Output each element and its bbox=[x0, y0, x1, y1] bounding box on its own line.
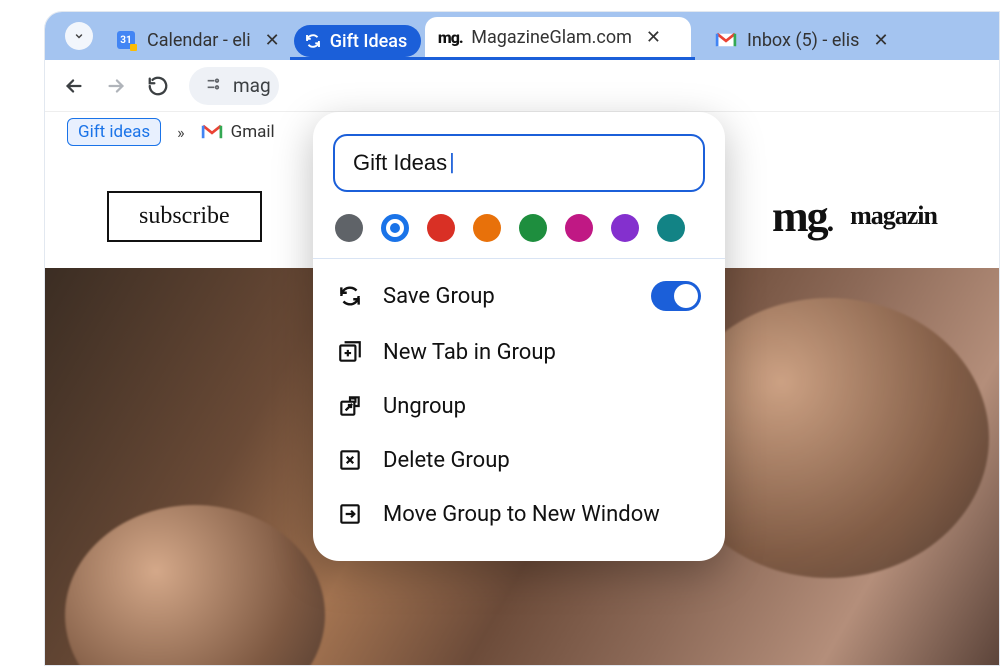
subscribe-button[interactable]: subscribe bbox=[107, 191, 262, 242]
color-red[interactable] bbox=[427, 214, 455, 242]
menu-divider bbox=[313, 258, 725, 259]
tab-inbox[interactable]: Inbox (5) - elis ✕ bbox=[701, 20, 899, 60]
reload-button[interactable] bbox=[147, 75, 169, 97]
bookmark-label: Gmail bbox=[231, 122, 275, 142]
tab-title: Calendar - eli bbox=[147, 30, 251, 51]
move-window-icon bbox=[337, 501, 363, 527]
menu-label: New Tab in Group bbox=[383, 340, 556, 365]
arrow-right-icon bbox=[105, 75, 127, 97]
menu-move-to-new-window[interactable]: Move Group to New Window bbox=[313, 487, 725, 541]
brand-logo-icon: mg. bbox=[772, 191, 832, 242]
sync-icon bbox=[304, 32, 322, 50]
tabs-menu-area bbox=[65, 12, 101, 60]
omnibox[interactable]: mag bbox=[189, 67, 279, 105]
magazine-favicon-icon: mg. bbox=[439, 26, 461, 48]
toolbar: mag bbox=[45, 60, 999, 112]
site-settings-icon[interactable] bbox=[205, 76, 221, 96]
color-magenta[interactable] bbox=[565, 214, 593, 242]
tab-title: MagazineGlam.com bbox=[471, 27, 632, 48]
menu-label: Save Group bbox=[383, 284, 495, 309]
bookmarks-overflow-icon[interactable]: » bbox=[177, 123, 185, 142]
color-teal[interactable] bbox=[657, 214, 685, 242]
ungroup-icon bbox=[337, 393, 363, 419]
menu-label: Delete Group bbox=[383, 448, 510, 473]
tabs-dropdown-button[interactable] bbox=[65, 22, 93, 50]
tab-group-label: Gift Ideas bbox=[330, 31, 408, 52]
tab-strip: 31 Calendar - eli ✕ Gift Ideas mg. Magaz… bbox=[45, 12, 999, 60]
bookmark-gmail[interactable]: Gmail bbox=[201, 121, 275, 143]
close-tab-icon[interactable]: ✕ bbox=[265, 30, 280, 51]
tab-group-chip[interactable]: Gift Ideas bbox=[294, 25, 422, 57]
sync-icon bbox=[337, 283, 363, 309]
color-picker bbox=[335, 214, 703, 242]
tab-title: Inbox (5) - elis bbox=[747, 30, 859, 51]
color-purple[interactable] bbox=[611, 214, 639, 242]
menu-save-group[interactable]: Save Group bbox=[313, 267, 725, 325]
menu-label: Ungroup bbox=[383, 394, 466, 419]
arrow-left-icon bbox=[63, 75, 85, 97]
bookmark-folder-gift-ideas[interactable]: Gift ideas bbox=[67, 118, 161, 146]
close-tab-icon[interactable]: ✕ bbox=[646, 27, 661, 48]
delete-icon bbox=[337, 447, 363, 473]
color-blue-selected[interactable] bbox=[381, 214, 409, 242]
close-tab-icon[interactable]: ✕ bbox=[873, 30, 888, 51]
color-green[interactable] bbox=[519, 214, 547, 242]
gmail-favicon-icon bbox=[715, 29, 737, 51]
tab-group-menu: | Save Group New Tab in Group Ungroup De… bbox=[313, 112, 725, 561]
menu-delete-group[interactable]: Delete Group bbox=[313, 433, 725, 487]
forward-button[interactable] bbox=[105, 75, 127, 97]
gmail-favicon-icon bbox=[201, 121, 223, 143]
tab-calendar[interactable]: 31 Calendar - eli ✕ bbox=[101, 20, 290, 60]
group-name-input[interactable] bbox=[333, 134, 705, 192]
chevron-down-icon bbox=[73, 30, 85, 42]
site-brand: mg. magazin bbox=[772, 191, 937, 242]
menu-ungroup[interactable]: Ungroup bbox=[313, 379, 725, 433]
menu-new-tab-in-group[interactable]: New Tab in Group bbox=[313, 325, 725, 379]
brand-name: magazin bbox=[850, 201, 937, 231]
tab-magazine[interactable]: mg. MagazineGlam.com ✕ bbox=[425, 17, 691, 57]
save-group-toggle[interactable] bbox=[651, 281, 701, 311]
reload-icon bbox=[147, 75, 169, 97]
omnibox-text: mag bbox=[233, 74, 271, 97]
color-orange[interactable] bbox=[473, 214, 501, 242]
calendar-favicon-icon: 31 bbox=[115, 29, 137, 51]
tab-group-blue: Gift Ideas mg. MagazineGlam.com ✕ bbox=[290, 12, 695, 60]
back-button[interactable] bbox=[63, 75, 85, 97]
menu-label: Move Group to New Window bbox=[383, 502, 660, 527]
new-tab-icon bbox=[337, 339, 363, 365]
color-grey[interactable] bbox=[335, 214, 363, 242]
